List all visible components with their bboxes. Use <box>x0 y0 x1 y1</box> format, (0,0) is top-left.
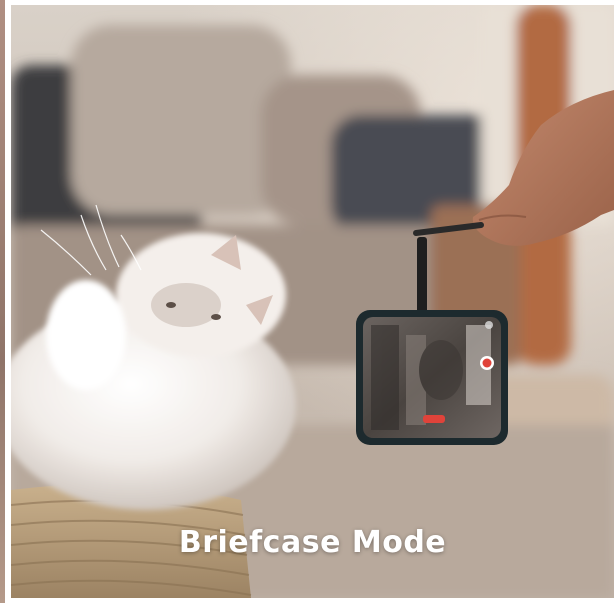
photo-caption: Briefcase Mode <box>178 525 447 560</box>
product-photo: Briefcase Mode <box>11 5 614 598</box>
phone-figure <box>356 310 508 445</box>
photo-illustration <box>11 5 614 598</box>
image-frame: Briefcase Mode <box>0 0 614 603</box>
left-edge-strip <box>0 0 5 603</box>
